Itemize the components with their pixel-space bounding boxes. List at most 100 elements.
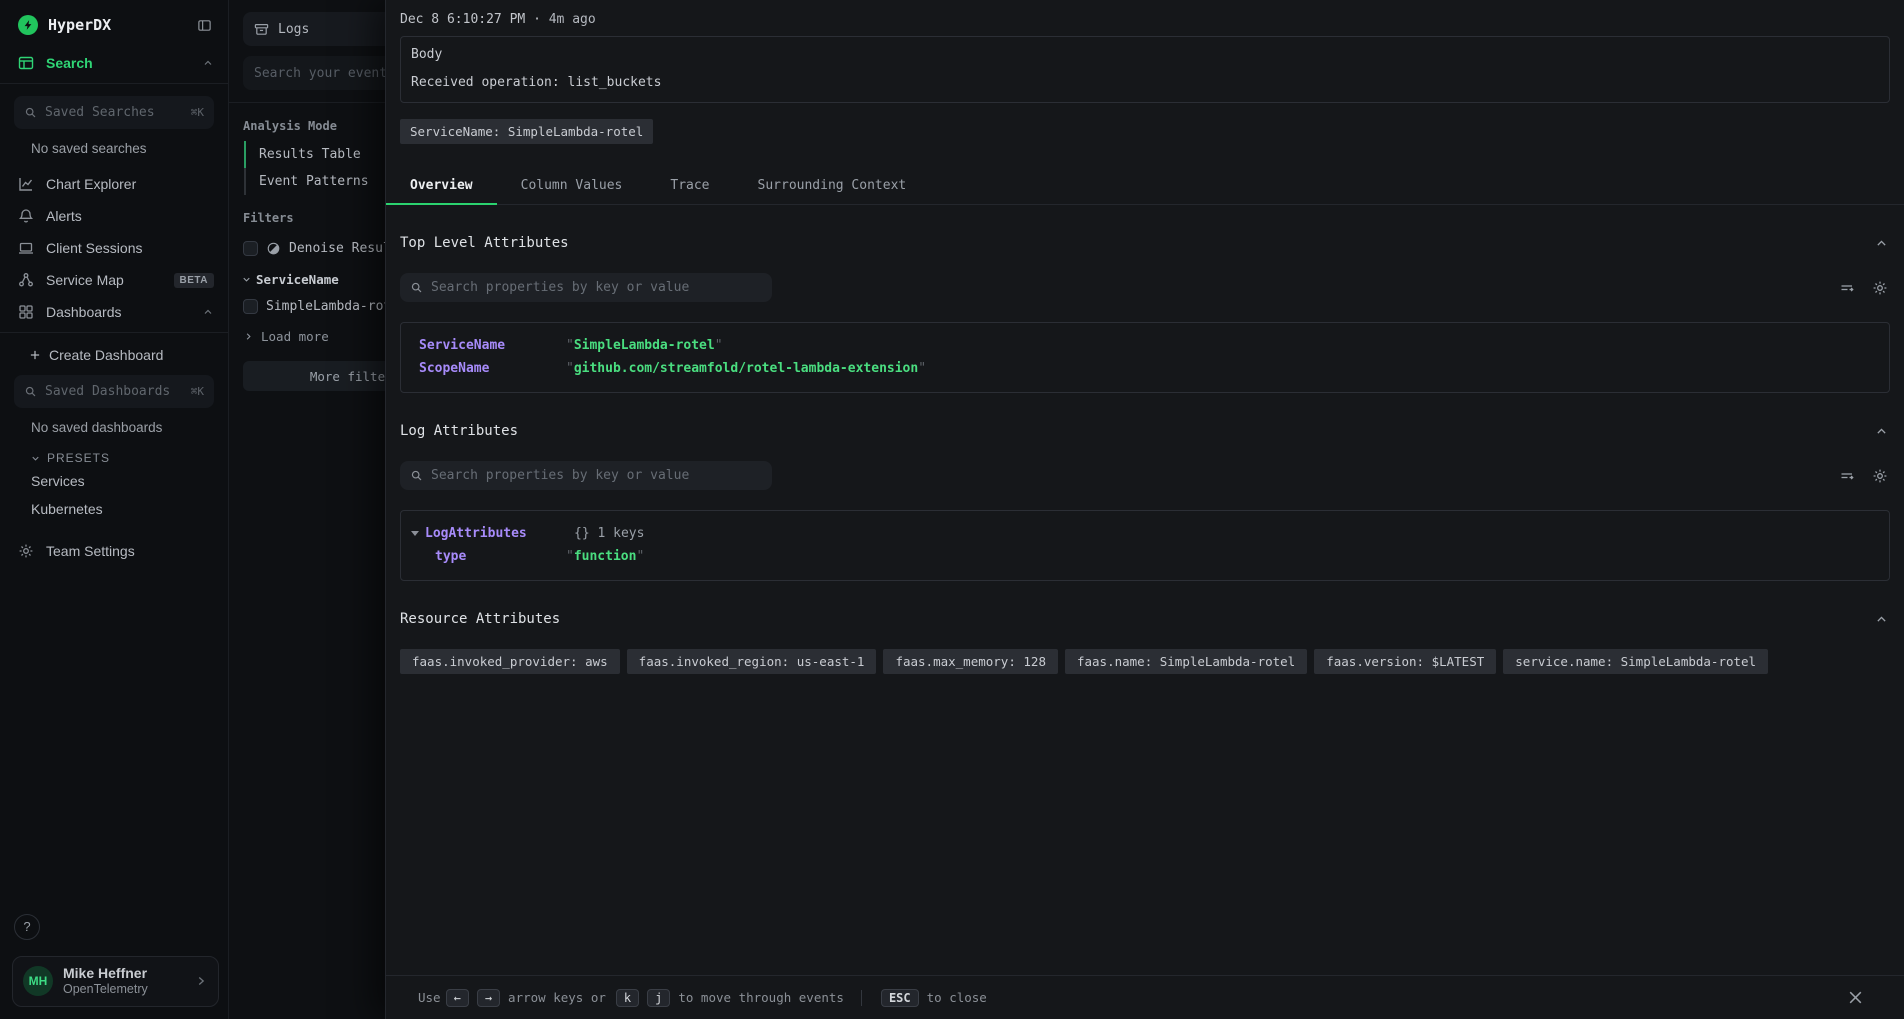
sidebar-item-dashboards[interactable]: Dashboards <box>0 296 228 328</box>
resource-pill[interactable]: service.name: SimpleLambda-rotel <box>1503 649 1768 674</box>
create-dashboard-button[interactable]: Create Dashboard <box>0 333 228 363</box>
sidebar-item-team-settings[interactable]: Team Settings <box>0 535 228 567</box>
chevron-up-icon[interactable] <box>1875 613 1888 626</box>
denoise-checkbox[interactable] <box>243 241 258 256</box>
table-row: ScopeName "github.com/streamfold/rotel-l… <box>401 357 1889 380</box>
drawer-tabs: Overview Column Values Trace Surrounding… <box>386 169 1904 205</box>
create-dashboard-label: Create Dashboard <box>49 347 163 363</box>
chevron-up-icon[interactable] <box>1875 237 1888 250</box>
presets-label: PRESETS <box>47 451 110 465</box>
chevron-up-icon[interactable] <box>202 306 214 318</box>
sidebar-item-label: Dashboards <box>46 304 122 320</box>
hyperdx-logo-icon <box>18 15 38 35</box>
attribute-value[interactable]: "github.com/streamfold/rotel-lambda-exte… <box>566 361 926 376</box>
tab-surrounding-context[interactable]: Surrounding Context <box>734 169 931 204</box>
user-menu[interactable]: MH Mike Heffner OpenTelemetry <box>12 956 219 1007</box>
resource-pill[interactable]: faas.invoked_region: us-east-1 <box>627 649 877 674</box>
properties-search[interactable] <box>400 273 772 302</box>
chevron-down-icon <box>241 274 252 285</box>
denoise-results-row[interactable]: Denoise Results <box>229 233 385 264</box>
tab-trace[interactable]: Trace <box>646 169 733 204</box>
sidebar-item-label: Alerts <box>46 208 82 224</box>
saved-searches-input[interactable] <box>45 105 183 120</box>
table-row: type "function" <box>401 545 1889 568</box>
resource-pills: faas.invoked_provider: aws faas.invoked_… <box>400 649 1890 674</box>
footer-close-text: to close <box>927 990 987 1005</box>
sidebar-item-service-map[interactable]: Service Map BETA <box>0 264 228 296</box>
footer-arrows-text: arrow keys or <box>508 990 606 1005</box>
events-search-input[interactable] <box>254 66 385 81</box>
mode-results-table[interactable]: Results Table <box>244 141 385 168</box>
chevron-up-icon[interactable] <box>1875 425 1888 438</box>
search-grid-icon <box>18 55 34 71</box>
resource-pill[interactable]: faas.max_memory: 128 <box>883 649 1058 674</box>
sidebar-item-search[interactable]: Search <box>0 47 228 79</box>
gear-icon <box>18 543 34 559</box>
search-icon <box>410 469 423 482</box>
chevron-up-icon[interactable] <box>202 57 214 69</box>
close-icon[interactable] <box>1847 989 1864 1006</box>
body-content: Received operation: list_buckets <box>411 75 1879 90</box>
gear-icon[interactable] <box>1872 280 1888 296</box>
filters-label: Filters <box>229 195 385 233</box>
section-title: Log Attributes <box>400 423 518 439</box>
attribute-key[interactable]: ScopeName <box>419 361 566 376</box>
mode-event-patterns[interactable]: Event Patterns <box>244 168 385 195</box>
attribute-key[interactable]: type <box>435 549 566 564</box>
event-timestamp: Dec 8 6:10:27 PM · 4m ago <box>386 0 1904 27</box>
properties-search[interactable] <box>400 461 772 490</box>
preset-item-kubernetes[interactable]: Kubernetes <box>0 495 228 523</box>
resource-pill[interactable]: faas.name: SimpleLambda-rotel <box>1065 649 1307 674</box>
log-attributes-root-row[interactable]: LogAttributes {} 1 keys <box>401 522 1889 545</box>
load-more-button[interactable]: Load more <box>229 322 385 351</box>
key-j: j <box>647 989 670 1007</box>
log-attributes-search-row <box>400 461 1888 490</box>
sidebar-item-chart-explorer[interactable]: Chart Explorer <box>0 168 228 200</box>
attribute-value[interactable]: "SimpleLambda-rotel" <box>566 338 723 353</box>
logo-row: HyperDX <box>0 0 228 47</box>
preset-item-services[interactable]: Services <box>0 467 228 495</box>
dashboards-grid-icon <box>18 304 34 320</box>
saved-dashboards-input[interactable] <box>45 384 183 399</box>
properties-search-input[interactable] <box>431 280 762 295</box>
facet-option-checkbox[interactable] <box>243 299 258 314</box>
facet-option-row[interactable]: SimpleLambda-rotel <box>229 291 385 322</box>
facet-servicename-toggle[interactable]: ServiceName <box>229 264 385 291</box>
table-row: ServiceName "SimpleLambda-rotel" <box>401 334 1889 357</box>
saved-searches-search[interactable]: ⌘K <box>14 96 214 129</box>
attribute-key[interactable]: ServiceName <box>419 338 566 353</box>
source-select[interactable]: Logs <box>243 12 385 46</box>
properties-search-input[interactable] <box>431 468 762 483</box>
user-org: OpenTelemetry <box>63 982 148 998</box>
key-arrow-right: → <box>477 989 500 1007</box>
sidebar-item-alerts[interactable]: Alerts <box>0 200 228 232</box>
expander-triangle-icon[interactable] <box>411 531 419 536</box>
key-arrow-left: ← <box>446 989 469 1007</box>
filter-lines-icon[interactable] <box>1839 468 1855 484</box>
gear-icon[interactable] <box>1872 468 1888 484</box>
filter-lines-icon[interactable] <box>1839 280 1855 296</box>
help-button[interactable]: ? <box>14 914 40 940</box>
tab-column-values[interactable]: Column Values <box>497 169 647 204</box>
key-k: k <box>616 989 639 1007</box>
attribute-value[interactable]: "function" <box>566 549 644 564</box>
sidebar-item-label: Client Sessions <box>46 240 143 256</box>
drawer-footer: Use ← → arrow keys or k j to move throug… <box>386 975 1904 1019</box>
presets-toggle[interactable]: PRESETS <box>0 439 228 467</box>
more-filters-button[interactable]: More filters <box>243 361 385 391</box>
service-tag[interactable]: ServiceName: SimpleLambda-rotel <box>400 119 653 144</box>
tab-overview[interactable]: Overview <box>386 169 497 204</box>
attribute-key[interactable]: LogAttributes <box>425 526 574 541</box>
events-search[interactable] <box>243 56 385 90</box>
resource-pill[interactable]: faas.invoked_provider: aws <box>400 649 620 674</box>
app-title: HyperDX <box>48 16 197 34</box>
saved-dashboards-search[interactable]: ⌘K <box>14 375 214 408</box>
section-title: Top Level Attributes <box>400 235 569 251</box>
sidebar-toggle-icon[interactable] <box>197 18 212 33</box>
resource-pill[interactable]: faas.version: $LATEST <box>1314 649 1496 674</box>
archive-icon <box>254 22 269 37</box>
bell-icon <box>18 208 34 224</box>
laptop-icon <box>18 240 34 256</box>
search-icon <box>410 281 423 294</box>
sidebar-item-client-sessions[interactable]: Client Sessions <box>0 232 228 264</box>
